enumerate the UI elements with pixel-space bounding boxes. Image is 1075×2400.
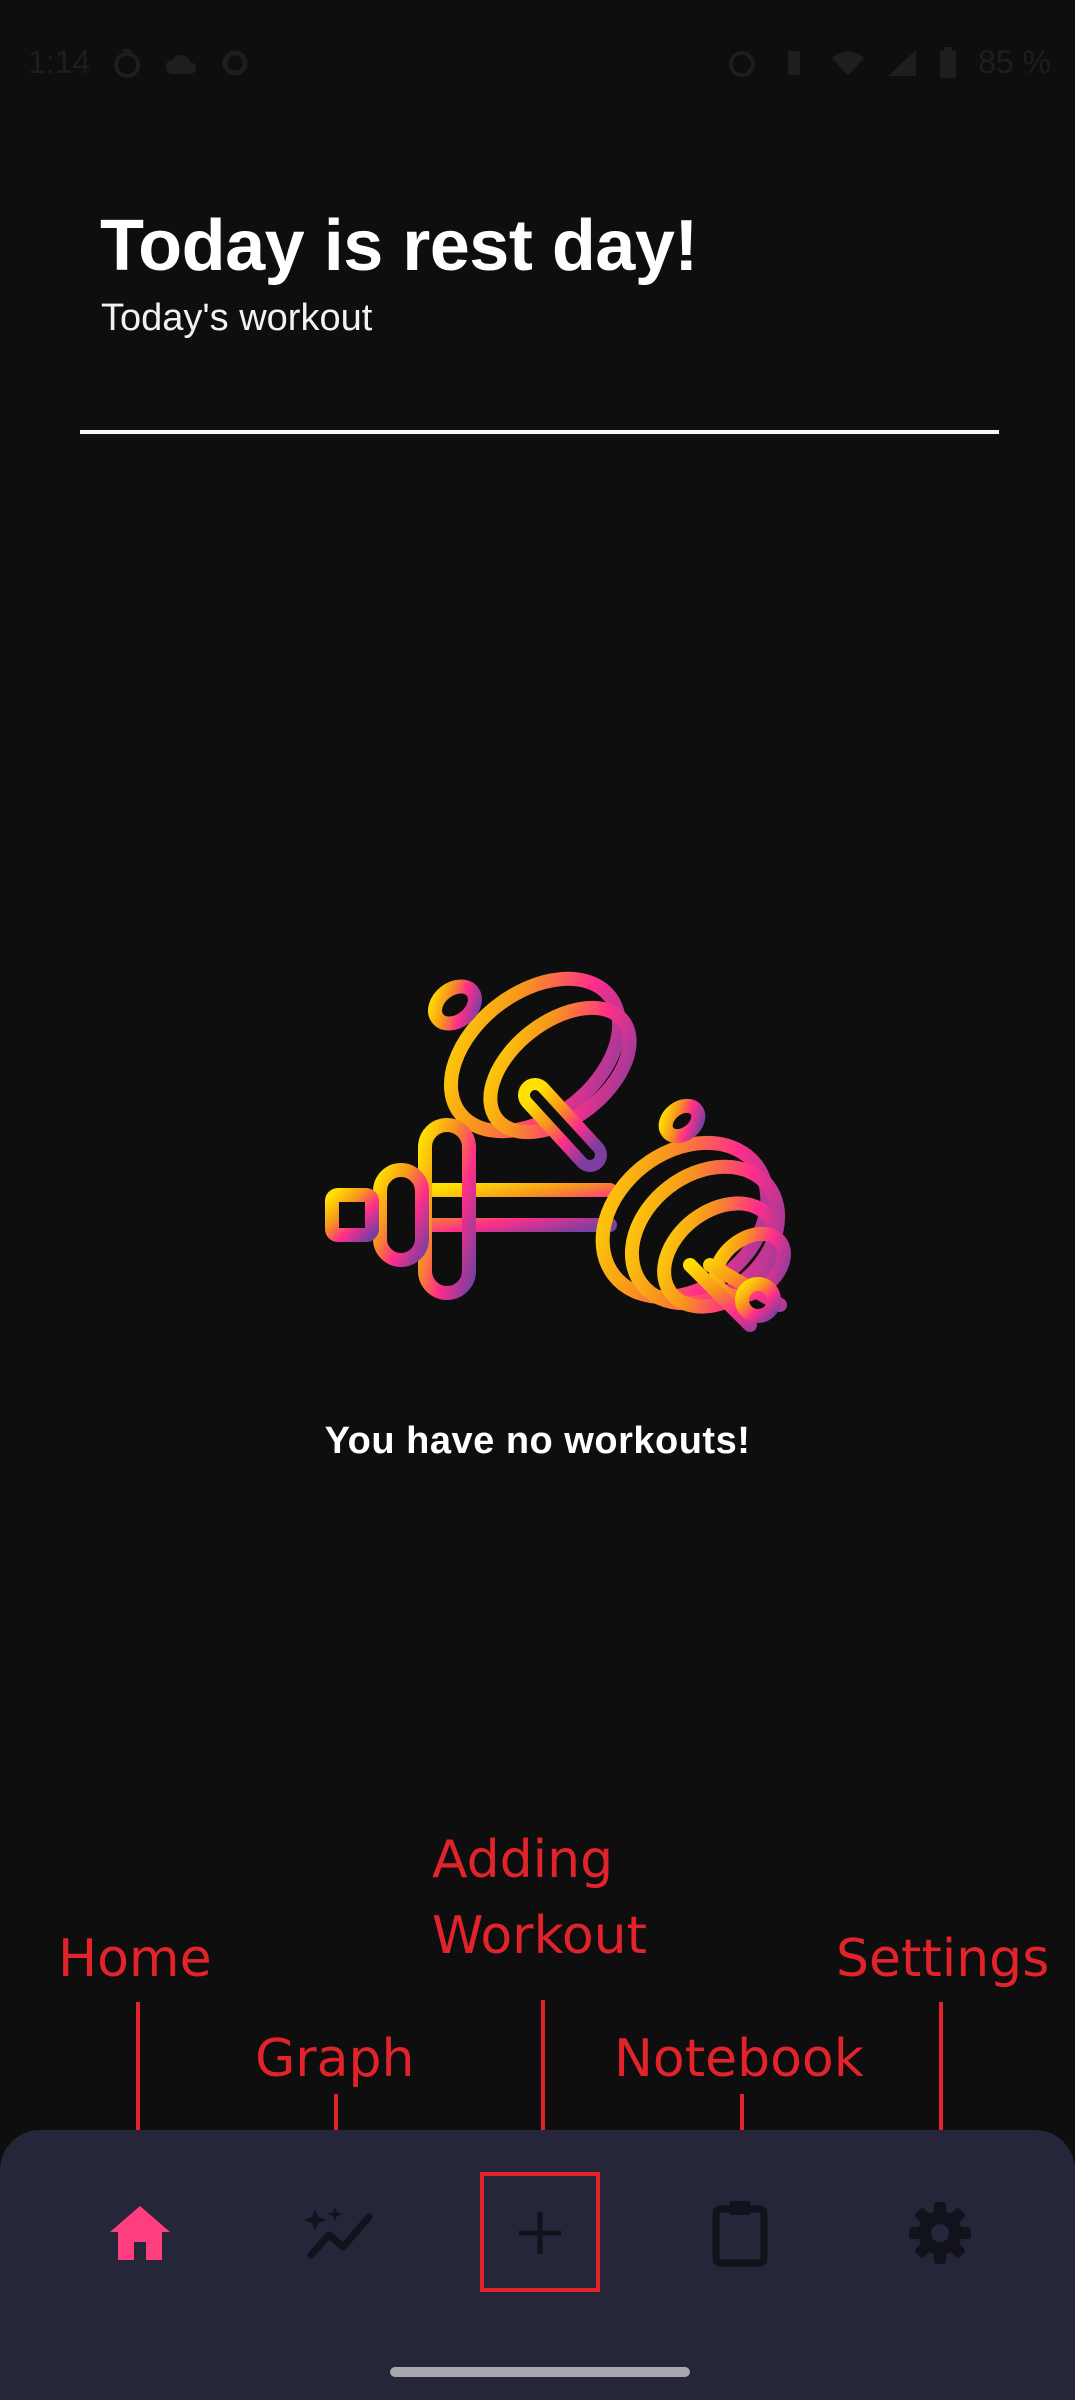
nav-notebook-button[interactable]	[680, 2175, 800, 2295]
battery-icon	[938, 46, 958, 79]
empty-state-message: You have no workouts!	[324, 1420, 751, 1462]
cloud-icon	[164, 50, 198, 76]
clipboard-icon	[712, 2199, 768, 2272]
home-icon	[108, 2204, 172, 2267]
timer-icon	[112, 48, 142, 78]
dumbbell-icon	[310, 955, 810, 1365]
graph-icon	[304, 2203, 375, 2268]
signal-icon	[886, 48, 918, 78]
annotation-notebook: Notebook	[614, 2029, 864, 2089]
page-title: Today is rest day!	[100, 206, 698, 286]
alarm-icon	[726, 47, 758, 79]
annotation-settings: Settings	[836, 1929, 1050, 1989]
gesture-home-indicator[interactable]	[390, 2367, 690, 2377]
plus-icon	[515, 2208, 565, 2263]
status-time: 1:14	[28, 44, 91, 80]
header-divider	[80, 430, 999, 434]
annotation-adding-line1: Adding	[432, 1830, 614, 1890]
wifi-icon	[830, 48, 866, 78]
nav-graph-button[interactable]	[280, 2175, 400, 2295]
annotation-graph: Graph	[255, 2029, 415, 2089]
gear-icon	[907, 2200, 973, 2271]
nav-home-button[interactable]	[80, 2175, 200, 2295]
vibrate-icon	[778, 47, 810, 79]
nav-add-workout-button[interactable]	[480, 2175, 600, 2295]
circle-icon	[220, 48, 250, 78]
battery-level: 85 %	[978, 44, 1051, 80]
annotation-home: Home	[58, 1929, 212, 1989]
status-bar: 1:14 85 %	[0, 0, 1075, 130]
page-subtitle: Today's workout	[101, 297, 373, 339]
nav-settings-button[interactable]	[880, 2175, 1000, 2295]
annotation-adding-line2: Workout	[432, 1906, 647, 1966]
